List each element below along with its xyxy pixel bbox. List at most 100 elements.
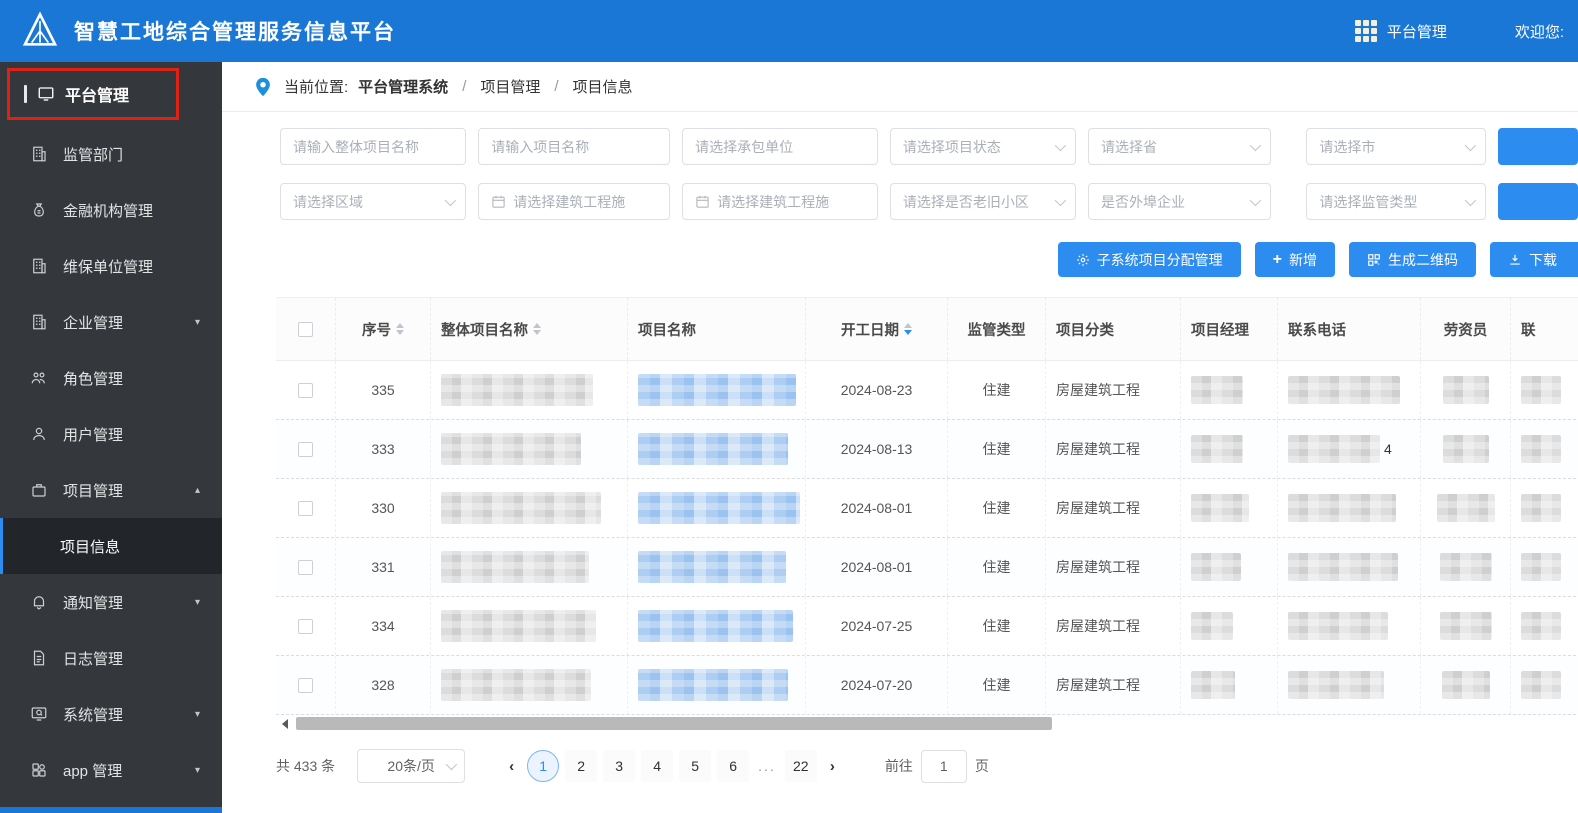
apps-grid-icon[interactable] — [1354, 20, 1377, 42]
province-select[interactable]: 请选择省 — [1088, 128, 1272, 165]
permit-date-start-field[interactable]: 请选择建筑工程施 — [478, 183, 671, 220]
sidebar-item-platform[interactable]: 平台管理 — [0, 62, 222, 126]
qrcode-label: 生成二维码 — [1388, 251, 1458, 268]
breadcrumb-root[interactable]: 平台管理系统 — [358, 76, 448, 97]
overall-project-name-field[interactable] — [280, 128, 467, 165]
briefcase-icon — [32, 484, 46, 497]
collapse-bar-icon — [24, 85, 27, 103]
page-number-6[interactable]: 6 — [717, 750, 750, 782]
monitor-search-icon — [31, 707, 47, 721]
chevron-down-icon — [1054, 139, 1067, 151]
table-header-row: 序号 整体项目名称 项目名称 开工日期 监管类型 项目分类 项目经理 联系电话 … — [276, 297, 1578, 361]
page-number-4[interactable]: 4 — [641, 750, 674, 782]
sidebar-item-supervision-dept[interactable]: 监管部门 — [0, 126, 222, 182]
sidebar-item-system[interactable]: 系统管理 ▾ — [0, 686, 222, 742]
prev-page-button[interactable]: ‹ — [499, 758, 524, 775]
subsystem-assign-button[interactable]: 子系统项目分配管理 — [1057, 242, 1241, 277]
sidebar-item-financial-org[interactable]: 金融机构管理 — [0, 182, 222, 238]
sidebar-item-projects[interactable]: 项目管理 ▴ — [0, 462, 222, 518]
row-checkbox[interactable] — [298, 441, 313, 457]
scroll-left-arrow-icon[interactable] — [282, 719, 288, 729]
col-header-phone: 联系电话 — [1278, 298, 1421, 360]
select-all-checkbox[interactable] — [298, 321, 313, 337]
redacted-overall-name — [441, 669, 591, 701]
region-select[interactable]: 请选择区域 — [280, 183, 467, 220]
redacted-manager — [1191, 435, 1243, 463]
sidebar-item-roles[interactable]: 角色管理 — [0, 350, 222, 406]
page-number-2[interactable]: 2 — [565, 750, 598, 782]
row-checkbox[interactable] — [298, 677, 313, 693]
next-page-button[interactable]: › — [820, 758, 845, 775]
pagination-ellipsis[interactable]: ... — [758, 758, 776, 774]
row-checkbox[interactable] — [298, 559, 313, 575]
redacted-cell — [1521, 494, 1561, 522]
cell-phone-visible: 4 — [1384, 441, 1392, 457]
goto-suffix: 页 — [974, 758, 989, 774]
chevron-up-icon: ▴ — [194, 484, 200, 496]
sidebar-item-maintenance-unit[interactable]: 维保单位管理 — [0, 238, 222, 294]
location-pin-icon — [256, 77, 270, 96]
sidebar-item-logs[interactable]: 日志管理 — [0, 630, 222, 686]
redacted-project-name-link[interactable] — [638, 433, 788, 465]
search-button[interactable] — [1498, 128, 1578, 165]
redacted-project-name-link[interactable] — [638, 551, 786, 583]
col-header-seq[interactable]: 序号 — [336, 298, 431, 360]
page-number-3[interactable]: 3 — [603, 750, 636, 782]
sort-icon[interactable] — [533, 323, 541, 335]
breadcrumb-level2[interactable]: 项目信息 — [573, 76, 633, 97]
sort-icon[interactable] — [396, 323, 404, 335]
contractor-select[interactable]: 请选择承包单位 — [682, 128, 878, 165]
row-checkbox[interactable] — [298, 382, 313, 398]
download-button[interactable]: 下载 — [1490, 242, 1578, 277]
sidebar-item-notifications[interactable]: 通知管理 ▾ — [0, 574, 222, 630]
col-header-overall-name[interactable]: 整体项目名称 — [431, 298, 628, 360]
col-header-laborer: 劳资员 — [1421, 298, 1511, 360]
monitor-icon — [38, 87, 54, 101]
table-row: 330 2024-08-01 住建 房屋建筑工程 — [276, 479, 1578, 538]
sidebar-subitem-project-info[interactable]: 项目信息 — [0, 518, 222, 574]
external-enterprise-select[interactable]: 是否外埠企业 — [1088, 183, 1272, 220]
sidebar-item-app[interactable]: app 管理 ▾ — [0, 742, 222, 798]
redacted-manager — [1191, 553, 1241, 581]
row-checkbox[interactable] — [298, 618, 313, 634]
reset-button[interactable] — [1498, 183, 1578, 220]
sidebar-item-enterprise[interactable]: 企业管理 ▾ — [0, 294, 222, 350]
redacted-project-name-link[interactable] — [638, 610, 793, 642]
region-placeholder: 请选择区域 — [293, 193, 363, 210]
calendar-icon — [492, 195, 505, 208]
header-nav-platform[interactable]: 平台管理 — [1387, 21, 1447, 42]
redacted-project-name-link[interactable] — [638, 492, 800, 524]
redacted-phone — [1288, 376, 1400, 404]
sort-icon[interactable] — [904, 323, 912, 335]
project-status-select[interactable]: 请选择项目状态 — [889, 128, 1077, 165]
row-checkbox[interactable] — [298, 500, 313, 516]
generate-qrcode-button[interactable]: 生成二维码 — [1349, 242, 1476, 277]
table-row: 335 2024-08-23 住建 房屋建筑工程 — [276, 361, 1578, 420]
permit-date-end-field[interactable]: 请选择建筑工程施 — [682, 183, 878, 220]
overall-project-name-input[interactable] — [293, 138, 454, 155]
sidebar-item-users[interactable]: 用户管理 — [0, 406, 222, 462]
redacted-laborer — [1442, 376, 1489, 404]
project-name-field[interactable] — [478, 128, 671, 165]
page-number-last[interactable]: 22 — [784, 750, 817, 782]
chevron-down-icon — [1464, 194, 1477, 206]
page-number-1[interactable]: 1 — [527, 750, 560, 782]
add-button[interactable]: + 新增 — [1254, 242, 1335, 277]
redacted-project-name-link[interactable] — [638, 374, 796, 406]
redacted-overall-name — [441, 374, 593, 406]
users-icon — [31, 372, 45, 384]
col-header-start-date[interactable]: 开工日期 — [806, 298, 948, 360]
horizontal-scrollbar[interactable] — [276, 717, 1578, 731]
redacted-project-name-link[interactable] — [638, 669, 788, 701]
cell-supervision-type: 住建 — [948, 538, 1046, 596]
supervision-type-select[interactable]: 请选择监管类型 — [1306, 183, 1486, 220]
goto-page-input[interactable] — [920, 749, 967, 783]
old-community-select[interactable]: 请选择是否老旧小区 — [889, 183, 1077, 220]
redacted-overall-name — [441, 433, 581, 465]
page-number-5[interactable]: 5 — [679, 750, 712, 782]
page-size-select[interactable]: 20条/页 — [357, 749, 466, 783]
project-name-input[interactable] — [491, 138, 658, 155]
breadcrumb-level1[interactable]: 项目管理 — [480, 76, 540, 97]
scrollbar-thumb[interactable] — [296, 717, 1052, 730]
city-select[interactable]: 请选择市 — [1306, 128, 1486, 165]
